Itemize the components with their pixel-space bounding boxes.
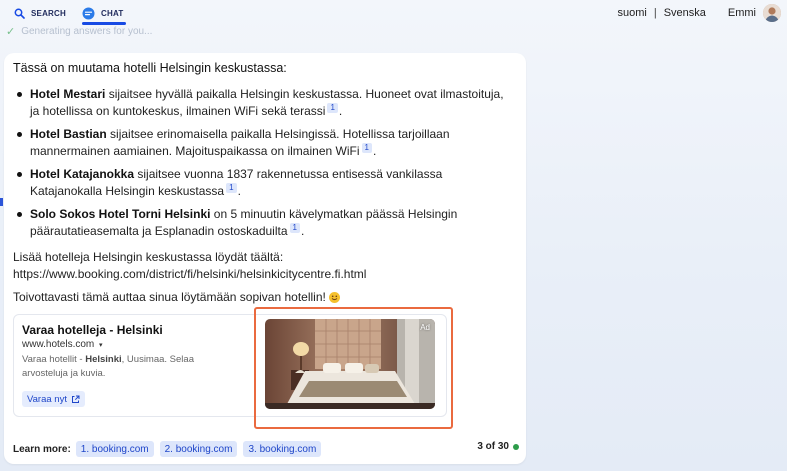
- tab-chat-label: CHAT: [101, 8, 124, 18]
- ad-badge: Ad: [420, 323, 430, 332]
- top-bar: SEARCH CHAT suomi | Svenska Emmi: [0, 0, 787, 26]
- list-item: Hotel Mestari sijaitsee hyvällä paikalla…: [13, 86, 511, 119]
- more-hotels-line: Lisää hotelleja Helsingin keskustassa lö…: [13, 250, 284, 264]
- hotel-name: Hotel Bastian: [30, 127, 107, 141]
- chat-icon: [82, 7, 95, 20]
- tab-search-label: SEARCH: [31, 8, 66, 18]
- language-suomi[interactable]: suomi: [617, 7, 646, 19]
- search-icon: [14, 8, 25, 19]
- response-intro: Tässä on muutama hotelli Helsingin kesku…: [13, 61, 287, 75]
- list-item: Hotel Bastian sijaitsee erinomaisella pa…: [13, 126, 511, 159]
- citation-badge[interactable]: 1: [289, 222, 300, 233]
- booking-url[interactable]: https://www.booking.com/district/fi/hels…: [13, 266, 366, 283]
- tab-search[interactable]: SEARCH: [14, 0, 66, 26]
- language-svenska[interactable]: Svenska: [664, 7, 706, 19]
- status-dot-icon: [513, 443, 519, 450]
- hotel-name: Hotel Mestari: [30, 87, 106, 101]
- separator: |: [653, 7, 657, 19]
- citation-badge[interactable]: 1: [361, 142, 372, 153]
- user-name[interactable]: Emmi: [728, 7, 756, 19]
- generating-status: ✓ Generating answers for you...: [6, 25, 152, 38]
- external-link-icon: [71, 395, 80, 404]
- hotel-list: Hotel Mestari sijaitsee hyvällä paikalla…: [13, 86, 511, 246]
- chat-response-card: Tässä on muutama hotelli Helsingin kesku…: [4, 53, 526, 464]
- chevron-down-icon[interactable]: ▾: [99, 342, 103, 349]
- hotel-room-image[interactable]: Ad: [265, 319, 435, 409]
- source-link[interactable]: 2. booking.com: [159, 441, 238, 457]
- learn-more-label: Learn more:: [13, 443, 71, 455]
- check-icon: ✓: [6, 26, 16, 38]
- response-count: 3 of 30: [477, 441, 519, 452]
- smile-emoji-icon: [328, 291, 340, 303]
- avatar[interactable]: [763, 4, 781, 22]
- more-hotels-text: Lisää hotelleja Helsingin keskustassa lö…: [13, 249, 366, 282]
- ad-url[interactable]: www.hotels.com ▾: [22, 339, 103, 350]
- header-right: suomi | Svenska Emmi: [617, 2, 781, 24]
- hotel-name: Hotel Katajanokka: [30, 167, 135, 181]
- ad-card[interactable]: Varaa hotelleja - Helsinki www.hotels.co…: [13, 307, 453, 429]
- citation-badge[interactable]: 1: [327, 102, 338, 113]
- citation-badge[interactable]: 1: [226, 182, 237, 193]
- hotel-name: Solo Sokos Hotel Torni Helsinki: [30, 207, 211, 221]
- scroll-marker: [0, 198, 3, 206]
- generating-text: Generating answers for you...: [21, 26, 153, 37]
- ad-title[interactable]: Varaa hotelleja - Helsinki: [22, 323, 163, 337]
- learn-more-bar: Learn more: 1. booking.com 2. booking.co…: [13, 440, 519, 458]
- source-link[interactable]: 3. booking.com: [243, 441, 322, 457]
- source-link[interactable]: 1. booking.com: [75, 441, 154, 457]
- list-item: Solo Sokos Hotel Torni Helsinki on 5 min…: [13, 206, 511, 239]
- closing-text: Toivottavasti tämä auttaa sinua löytämää…: [13, 290, 340, 304]
- book-now-button[interactable]: Varaa nyt: [22, 391, 85, 407]
- list-item: Hotel Katajanokka sijaitsee vuonna 1837 …: [13, 166, 511, 199]
- ad-description: Varaa hotellit - Helsinki, Uusimaa. Sela…: [22, 354, 194, 379]
